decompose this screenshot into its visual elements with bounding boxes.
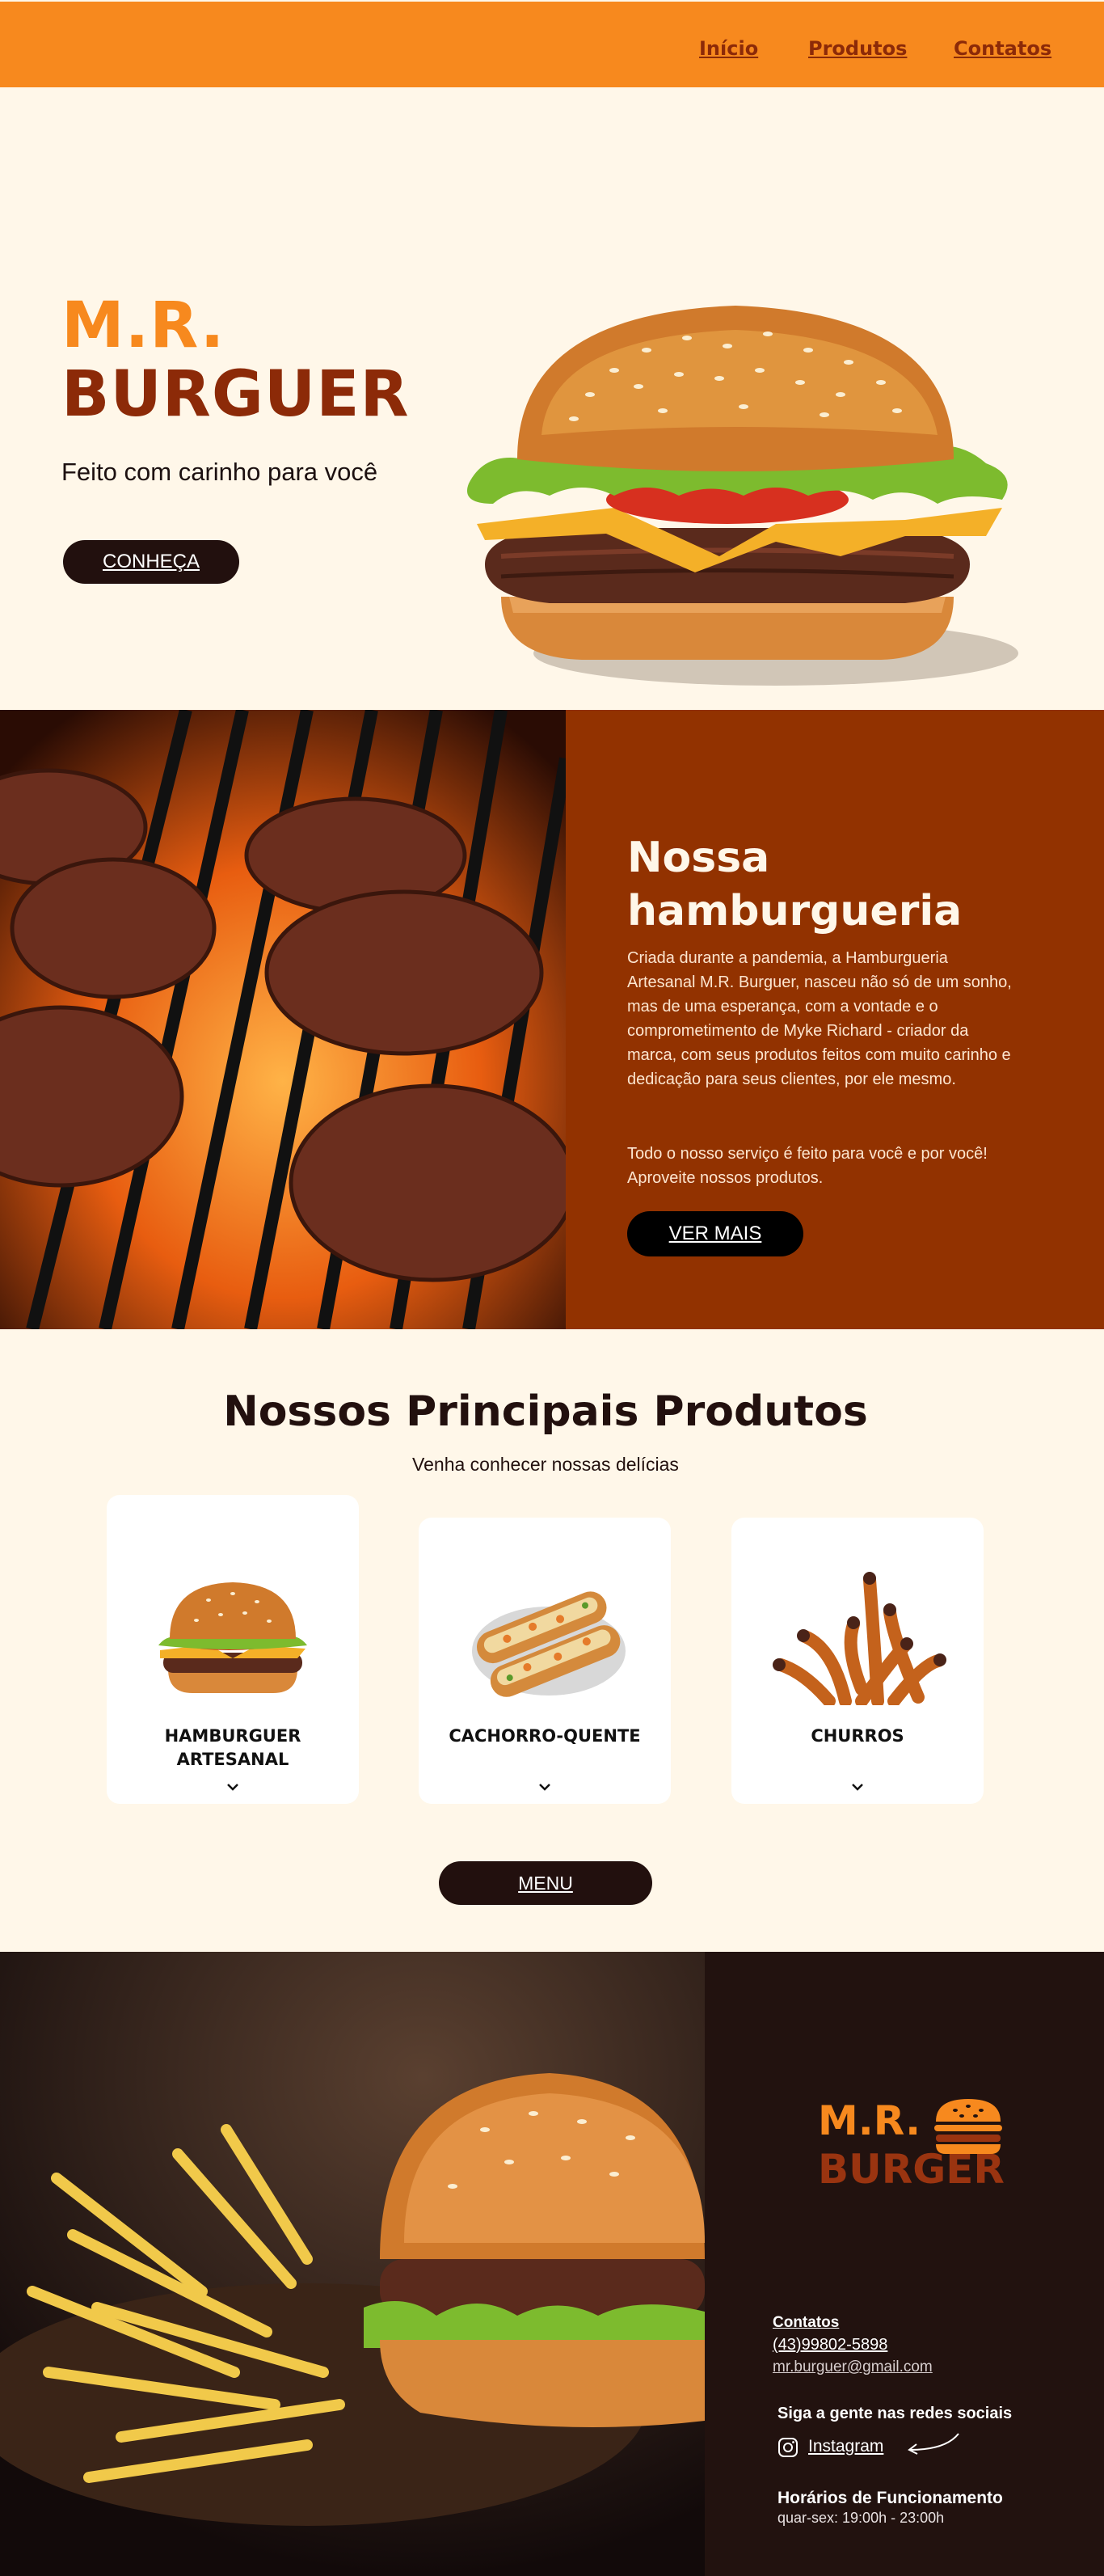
chevron-down-icon[interactable] — [225, 1782, 240, 1792]
churros-icon — [773, 1572, 946, 1705]
about-paragraph-1: Criada durante a pandemia, a Hamburgueri… — [627, 949, 1012, 1088]
products-subtitle: Venha conhecer nossas delícias — [412, 1454, 679, 1475]
product-label-cachorro-quente: CACHORRO-QUENTE — [449, 1726, 641, 1746]
footer-section: M.R. BURGER Contatos (43)99802-5898 mr.b… — [0, 1952, 1104, 2576]
top-nav: Início Produtos Contatos — [0, 2, 1104, 87]
products-section: Nossos Principais Produtos Venha conhece… — [0, 1329, 1104, 1952]
about-title-line1: Nossa — [627, 834, 770, 882]
hero-section: M.R. BURGUER Feito com carinho para você… — [0, 87, 1104, 710]
burger-logo-icon — [934, 2099, 1002, 2154]
footer-logo: M.R. BURGER — [818, 2097, 1005, 2219]
product-card-cachorro-quente[interactable]: CACHORRO-QUENTE — [419, 1518, 671, 1804]
social-heading: Siga a gente nas redes sociais — [777, 2405, 1013, 2422]
grill-photo — [0, 710, 566, 1329]
conheca-button[interactable]: CONHEÇA — [63, 540, 239, 584]
about-title-line2: hamburgueria — [627, 887, 963, 935]
nav-link-inicio[interactable]: Início — [699, 37, 758, 60]
about-panel: Nossa hamburgueria Criada durante a pand… — [566, 710, 1104, 1329]
product-label-line1: HAMBURGUER — [164, 1726, 301, 1746]
about-title: Nossa hamburgueria — [627, 831, 962, 938]
burger-fries-photo — [0, 1952, 705, 2576]
product-label-line2: ARTESANAL — [176, 1750, 289, 1769]
product-card-churros[interactable]: CHURROS — [731, 1518, 984, 1804]
nav-link-produtos[interactable]: Produtos — [808, 37, 907, 60]
ver-mais-button[interactable]: VER MAIS — [627, 1211, 803, 1256]
arrow-left-icon — [908, 2433, 959, 2455]
instagram-link[interactable]: Instagram — [808, 2437, 883, 2456]
chevron-down-icon[interactable] — [537, 1782, 552, 1792]
menu-button[interactable]: MENU — [439, 1861, 652, 1905]
about-section: Nossa hamburgueria Criada durante a pand… — [0, 710, 1104, 1329]
product-label-churros: CHURROS — [811, 1726, 904, 1746]
hero-tagline: Feito com carinho para você — [61, 458, 378, 486]
nav-link-contatos[interactable]: Contatos — [954, 37, 1051, 60]
hotdog-icon — [472, 1591, 626, 1697]
hours-heading: Horários de Funcionamento — [777, 2489, 1003, 2507]
hours-value: quar-sex: 19:00h - 23:00h — [777, 2510, 945, 2526]
instagram-icon[interactable] — [777, 2437, 799, 2458]
footer-panel: M.R. BURGER Contatos (43)99802-5898 mr.b… — [705, 1952, 1104, 2576]
product-card-hamburguer[interactable]: HAMBURGUER ARTESANAL — [107, 1495, 359, 1804]
chevron-down-icon[interactable] — [850, 1782, 865, 1792]
email-link[interactable]: mr.burguer@gmail.com — [773, 2359, 933, 2376]
hero-brand-line1: M.R. — [61, 289, 225, 362]
hero-burger-image — [467, 306, 1018, 686]
contacts-heading: Contatos — [773, 2314, 840, 2331]
footer-logo-line1: M.R. — [818, 2097, 921, 2144]
product-label-hamburguer: HAMBURGUER ARTESANAL — [107, 1725, 359, 1772]
about-paragraph-2: Todo o nosso serviço é feito para você e… — [627, 1145, 988, 1187]
phone-link[interactable]: (43)99802-5898 — [773, 2336, 887, 2354]
hero-brand-line2: BURGUER — [61, 358, 410, 431]
products-title: Nossos Principais Produtos — [223, 1387, 868, 1436]
burger-icon — [158, 1582, 307, 1693]
